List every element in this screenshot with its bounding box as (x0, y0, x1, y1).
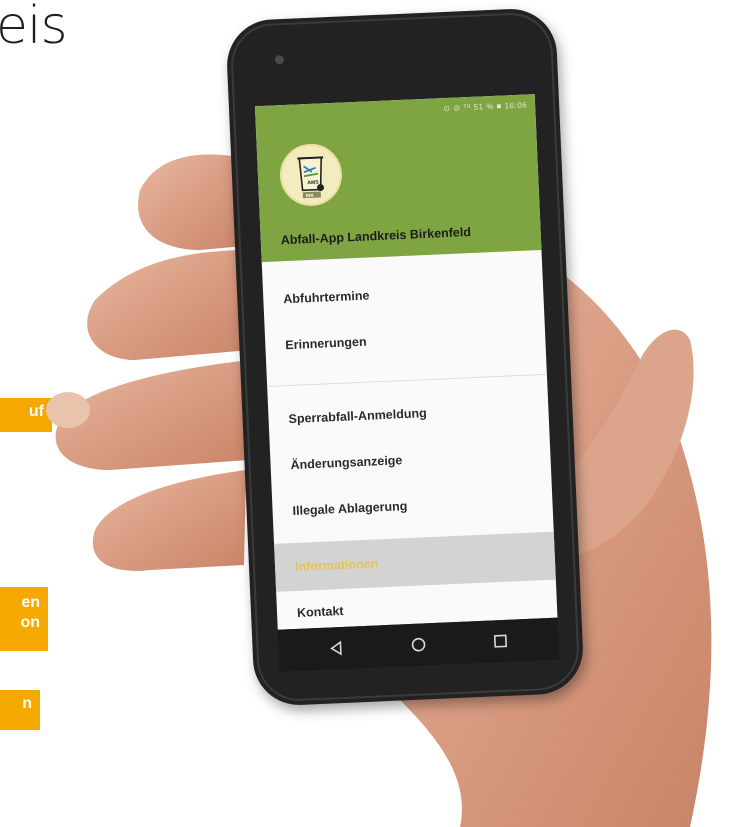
menu-item-illegale-ablagerung[interactable]: Illegale Ablagerung (272, 478, 554, 534)
phone-screen: ⊙ ⊘ ᵀᴵᴵ 51 % ■ 16:06 AWS BIR Abfall-App … (254, 94, 558, 630)
svg-text:AWS: AWS (307, 180, 319, 187)
drawer-header: ⊙ ⊘ ᵀᴵᴵ 51 % ■ 16:06 AWS BIR Abfall-App … (254, 94, 542, 263)
smartphone: ⊙ ⊘ ᵀᴵᴵ 51 % ■ 16:06 AWS BIR Abfall-App … (225, 7, 585, 707)
circle-home-icon[interactable] (404, 631, 433, 658)
waste-bin-logo-icon: AWS BIR (278, 142, 344, 208)
status-bar: ⊙ ⊘ ᵀᴵᴵ 51 % ■ 16:06 (443, 100, 528, 114)
menu-item-informationen[interactable]: Informationen (274, 531, 556, 592)
svg-text:BIR: BIR (306, 193, 315, 198)
menu-item-erinnerungen[interactable]: Erinnerungen (264, 312, 546, 368)
square-recents-icon[interactable] (486, 628, 515, 655)
menu-divider (267, 373, 547, 388)
triangle-back-icon[interactable] (322, 635, 351, 662)
app-title: Abfall-App Landkreis Birkenfeld (280, 225, 472, 248)
